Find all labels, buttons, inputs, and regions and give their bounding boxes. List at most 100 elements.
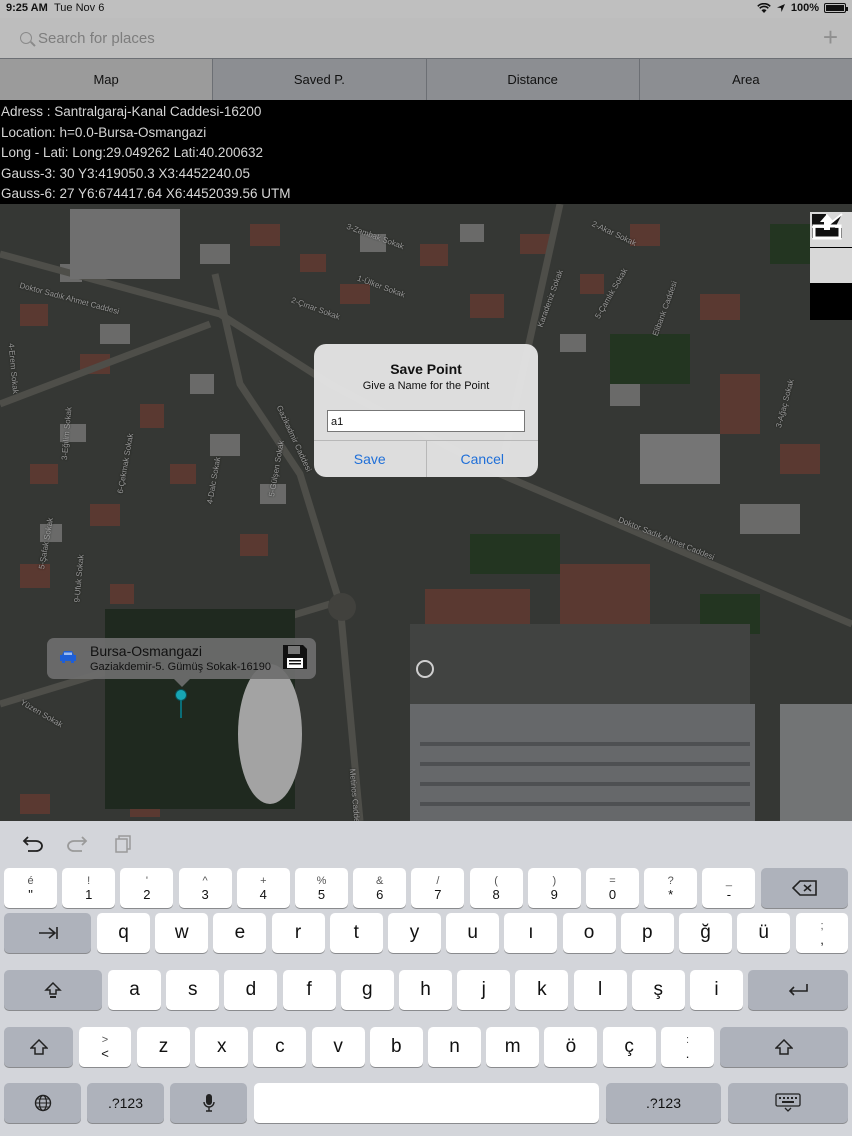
key-letter[interactable]: c (253, 1027, 307, 1067)
tab-area[interactable]: Area (639, 58, 852, 100)
key-letter[interactable]: v (311, 1027, 365, 1067)
key-number-12[interactable]: _ - (702, 868, 756, 908)
undo-icon[interactable] (22, 835, 44, 853)
key-number-0[interactable]: é " (4, 868, 57, 908)
key-char: k (537, 979, 547, 1000)
key-top-char: & (376, 875, 384, 887)
key-char: ğ (700, 922, 711, 943)
shift-icon (29, 1039, 48, 1055)
point-name-field[interactable]: a1 (327, 410, 525, 432)
key-number-7[interactable]: /7 (411, 868, 465, 908)
key-number-3[interactable]: ^ 3 (178, 868, 232, 908)
dismiss-keyboard-key[interactable] (728, 1083, 848, 1123)
key-number-6[interactable]: & 6 (353, 868, 407, 908)
caps-lock-key[interactable] (4, 970, 102, 1010)
key-angle-brackets[interactable]: > < (79, 1027, 131, 1067)
key-letter[interactable]: e (213, 913, 267, 953)
key-letter[interactable]: g (340, 970, 394, 1010)
key-top-char: ? (667, 875, 674, 887)
paste-icon[interactable] (114, 835, 132, 853)
key-letter[interactable]: z (137, 1027, 190, 1067)
pin-stem (180, 700, 182, 718)
key-char: r (294, 922, 302, 943)
key-number-11[interactable]: ? * (644, 868, 698, 908)
tab-saved-points[interactable]: Saved P. (213, 58, 427, 100)
numbers-key-right[interactable]: .?123 (606, 1083, 721, 1123)
key-letter[interactable]: s (166, 970, 220, 1010)
tab-map[interactable]: Map (0, 58, 214, 100)
satellite-map[interactable]: 3-Zambak Sokak Doktor Sadık Ahmet Caddes… (0, 204, 852, 821)
key-letter[interactable]: r (271, 913, 325, 953)
tab-key[interactable] (4, 913, 91, 953)
callout-title: Bursa-Osmangazi (90, 643, 203, 659)
key-letter[interactable]: ü (737, 913, 791, 953)
key-number-9[interactable]: ) 9 (527, 868, 581, 908)
key-top-char: ' (145, 875, 148, 887)
key-letter[interactable]: l (573, 970, 627, 1010)
key-letter[interactable]: ı (504, 913, 558, 953)
key-char: q (118, 922, 129, 943)
key-letter[interactable]: t (329, 913, 383, 953)
key-letter[interactable]: u (446, 913, 500, 953)
key-number-8[interactable]: (8 (469, 868, 523, 908)
location-callout[interactable]: Bursa-Osmangazi Gaziakdemir-5. Gümüş Sok… (47, 638, 316, 687)
key-letter[interactable]: o (562, 913, 616, 953)
key-letter[interactable]: k (515, 970, 569, 1010)
key-letter[interactable]: m (486, 1027, 540, 1067)
key-letter[interactable]: w (155, 913, 209, 953)
key-letter[interactable]: ç (602, 1027, 656, 1067)
key-bottom-char: 4 (259, 887, 267, 902)
share-button[interactable] (810, 214, 852, 320)
search-placeholder: Search for places (38, 29, 155, 47)
key-letter[interactable]: q (97, 913, 150, 953)
key-letter[interactable]: a (108, 970, 161, 1010)
globe-key[interactable] (4, 1083, 81, 1123)
key-char: j (481, 979, 486, 1000)
numbers-key-left[interactable]: .?123 (87, 1083, 164, 1123)
current-location-icon (416, 660, 434, 678)
key-number-1[interactable]: ! 1 (62, 868, 116, 908)
battery-percent: 100% (790, 2, 819, 14)
search-input[interactable]: Search for places (14, 24, 794, 52)
tab-arrow-icon (38, 927, 58, 939)
save-button[interactable]: Save (314, 441, 426, 477)
tab-distance[interactable]: Distance (426, 58, 640, 100)
key-letter[interactable]: d (224, 970, 278, 1010)
dictation-key[interactable] (170, 1083, 247, 1123)
save-floppy-icon[interactable] (282, 644, 308, 670)
key-letter[interactable]: ş (631, 970, 685, 1010)
key-colon[interactable]: :. (661, 1027, 714, 1067)
redo-icon[interactable] (66, 835, 88, 853)
key-char: o (583, 922, 595, 943)
return-key[interactable] (748, 970, 848, 1010)
key-letter[interactable]: ğ (679, 913, 732, 953)
key-letter[interactable]: h (399, 970, 452, 1010)
space-bar[interactable] (254, 1083, 599, 1123)
shift-right-key[interactable] (720, 1027, 848, 1067)
key-number-4[interactable]: +4 (236, 868, 290, 908)
key-letter[interactable]: b (369, 1027, 423, 1067)
key-top-char: + (260, 875, 267, 887)
info-gauss-3: Gauss-3: 30 Y3:419050.3 X3:4452240.05 (1, 165, 250, 181)
delete-key[interactable] (761, 868, 848, 908)
key-top-char: = (609, 875, 616, 887)
key-semicolon[interactable]: ;, (796, 913, 848, 953)
key-letter[interactable]: p (620, 913, 674, 953)
status-right: 100% (757, 2, 848, 14)
key-top-char: ( (494, 875, 498, 887)
return-icon (788, 984, 808, 996)
key-number-5[interactable]: % 5 (295, 868, 348, 908)
key-letter[interactable]: ö (544, 1027, 598, 1067)
key-number-2[interactable]: ' 2 (120, 868, 174, 908)
key-letter[interactable]: n (428, 1027, 481, 1067)
cancel-button[interactable]: Cancel (425, 441, 539, 477)
key-letter[interactable]: j (457, 970, 511, 1010)
shift-left-key[interactable] (4, 1027, 73, 1067)
key-letter[interactable]: y (388, 913, 441, 953)
key-letter[interactable]: i (690, 970, 743, 1010)
map-type-button[interactable] (810, 214, 852, 284)
key-letter[interactable]: x (195, 1027, 249, 1067)
key-number-10[interactable]: = 0 (586, 868, 639, 908)
add-place-button[interactable]: + (823, 22, 838, 52)
key-letter[interactable]: f (282, 970, 336, 1010)
